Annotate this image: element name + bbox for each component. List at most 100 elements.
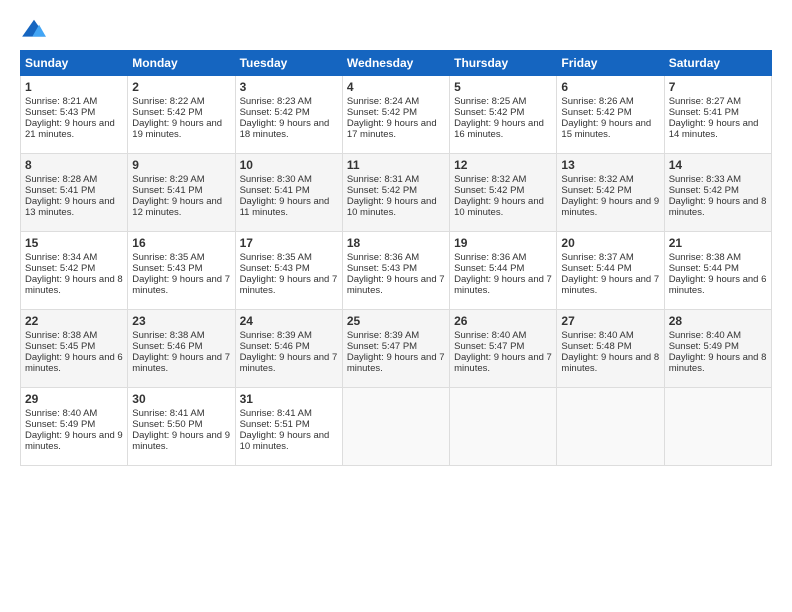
calendar-cell xyxy=(342,388,449,466)
daylight-label: Daylight: 9 hours and 18 minutes. xyxy=(240,118,330,140)
calendar-body: 1 Sunrise: 8:21 AM Sunset: 5:43 PM Dayli… xyxy=(21,76,772,466)
daylight-label: Daylight: 9 hours and 10 minutes. xyxy=(240,430,330,452)
sunset-label: Sunset: 5:43 PM xyxy=(240,263,310,274)
column-header-sunday: Sunday xyxy=(21,51,128,76)
day-number: 25 xyxy=(347,314,445,328)
sunrise-label: Sunrise: 8:31 AM xyxy=(347,174,419,185)
daylight-label: Daylight: 9 hours and 12 minutes. xyxy=(132,196,222,218)
day-number: 6 xyxy=(561,80,659,94)
sunrise-label: Sunrise: 8:38 AM xyxy=(25,330,97,341)
column-header-saturday: Saturday xyxy=(664,51,771,76)
calendar-header-row: SundayMondayTuesdayWednesdayThursdayFrid… xyxy=(21,51,772,76)
day-number: 30 xyxy=(132,392,230,406)
sunrise-label: Sunrise: 8:38 AM xyxy=(669,252,741,263)
calendar-cell: 14 Sunrise: 8:33 AM Sunset: 5:42 PM Dayl… xyxy=(664,154,771,232)
sunrise-label: Sunrise: 8:23 AM xyxy=(240,96,312,107)
sunrise-label: Sunrise: 8:35 AM xyxy=(132,252,204,263)
calendar-table: SundayMondayTuesdayWednesdayThursdayFrid… xyxy=(20,50,772,466)
day-number: 22 xyxy=(25,314,123,328)
calendar-cell: 19 Sunrise: 8:36 AM Sunset: 5:44 PM Dayl… xyxy=(450,232,557,310)
sunset-label: Sunset: 5:42 PM xyxy=(347,185,417,196)
calendar-cell xyxy=(557,388,664,466)
week-row-2: 8 Sunrise: 8:28 AM Sunset: 5:41 PM Dayli… xyxy=(21,154,772,232)
calendar-cell: 26 Sunrise: 8:40 AM Sunset: 5:47 PM Dayl… xyxy=(450,310,557,388)
sunrise-label: Sunrise: 8:40 AM xyxy=(669,330,741,341)
calendar-cell: 1 Sunrise: 8:21 AM Sunset: 5:43 PM Dayli… xyxy=(21,76,128,154)
daylight-label: Daylight: 9 hours and 10 minutes. xyxy=(454,196,544,218)
sunrise-label: Sunrise: 8:26 AM xyxy=(561,96,633,107)
sunset-label: Sunset: 5:42 PM xyxy=(454,185,524,196)
day-number: 5 xyxy=(454,80,552,94)
calendar-cell: 31 Sunrise: 8:41 AM Sunset: 5:51 PM Dayl… xyxy=(235,388,342,466)
sunset-label: Sunset: 5:42 PM xyxy=(347,107,417,118)
calendar-cell: 18 Sunrise: 8:36 AM Sunset: 5:43 PM Dayl… xyxy=(342,232,449,310)
calendar-cell: 2 Sunrise: 8:22 AM Sunset: 5:42 PM Dayli… xyxy=(128,76,235,154)
day-number: 15 xyxy=(25,236,123,250)
header xyxy=(20,18,772,40)
sunset-label: Sunset: 5:41 PM xyxy=(240,185,310,196)
sunset-label: Sunset: 5:42 PM xyxy=(561,185,631,196)
week-row-4: 22 Sunrise: 8:38 AM Sunset: 5:45 PM Dayl… xyxy=(21,310,772,388)
sunset-label: Sunset: 5:47 PM xyxy=(454,341,524,352)
sunrise-label: Sunrise: 8:32 AM xyxy=(454,174,526,185)
day-number: 3 xyxy=(240,80,338,94)
daylight-label: Daylight: 9 hours and 6 minutes. xyxy=(25,352,123,374)
daylight-label: Daylight: 9 hours and 15 minutes. xyxy=(561,118,651,140)
sunrise-label: Sunrise: 8:37 AM xyxy=(561,252,633,263)
daylight-label: Daylight: 9 hours and 7 minutes. xyxy=(454,274,552,296)
sunset-label: Sunset: 5:42 PM xyxy=(25,263,95,274)
daylight-label: Daylight: 9 hours and 9 minutes. xyxy=(25,430,123,452)
daylight-label: Daylight: 9 hours and 21 minutes. xyxy=(25,118,115,140)
day-number: 24 xyxy=(240,314,338,328)
sunrise-label: Sunrise: 8:39 AM xyxy=(240,330,312,341)
day-number: 11 xyxy=(347,158,445,172)
calendar-cell: 20 Sunrise: 8:37 AM Sunset: 5:44 PM Dayl… xyxy=(557,232,664,310)
day-number: 23 xyxy=(132,314,230,328)
day-number: 28 xyxy=(669,314,767,328)
calendar-cell: 8 Sunrise: 8:28 AM Sunset: 5:41 PM Dayli… xyxy=(21,154,128,232)
daylight-label: Daylight: 9 hours and 6 minutes. xyxy=(669,274,767,296)
sunset-label: Sunset: 5:47 PM xyxy=(347,341,417,352)
calendar-cell: 6 Sunrise: 8:26 AM Sunset: 5:42 PM Dayli… xyxy=(557,76,664,154)
daylight-label: Daylight: 9 hours and 8 minutes. xyxy=(561,352,659,374)
sunrise-label: Sunrise: 8:22 AM xyxy=(132,96,204,107)
sunset-label: Sunset: 5:49 PM xyxy=(25,419,95,430)
day-number: 4 xyxy=(347,80,445,94)
column-header-wednesday: Wednesday xyxy=(342,51,449,76)
calendar-cell: 7 Sunrise: 8:27 AM Sunset: 5:41 PM Dayli… xyxy=(664,76,771,154)
day-number: 12 xyxy=(454,158,552,172)
calendar-cell: 15 Sunrise: 8:34 AM Sunset: 5:42 PM Dayl… xyxy=(21,232,128,310)
daylight-label: Daylight: 9 hours and 7 minutes. xyxy=(132,352,230,374)
sunrise-label: Sunrise: 8:28 AM xyxy=(25,174,97,185)
sunset-label: Sunset: 5:43 PM xyxy=(132,263,202,274)
column-header-thursday: Thursday xyxy=(450,51,557,76)
calendar-cell: 12 Sunrise: 8:32 AM Sunset: 5:42 PM Dayl… xyxy=(450,154,557,232)
day-number: 26 xyxy=(454,314,552,328)
sunset-label: Sunset: 5:42 PM xyxy=(240,107,310,118)
day-number: 16 xyxy=(132,236,230,250)
daylight-label: Daylight: 9 hours and 10 minutes. xyxy=(347,196,437,218)
sunrise-label: Sunrise: 8:36 AM xyxy=(347,252,419,263)
sunrise-label: Sunrise: 8:40 AM xyxy=(561,330,633,341)
sunset-label: Sunset: 5:46 PM xyxy=(132,341,202,352)
calendar-cell: 25 Sunrise: 8:39 AM Sunset: 5:47 PM Dayl… xyxy=(342,310,449,388)
sunrise-label: Sunrise: 8:40 AM xyxy=(454,330,526,341)
calendar-cell: 9 Sunrise: 8:29 AM Sunset: 5:41 PM Dayli… xyxy=(128,154,235,232)
calendar-cell xyxy=(664,388,771,466)
day-number: 20 xyxy=(561,236,659,250)
day-number: 14 xyxy=(669,158,767,172)
sunrise-label: Sunrise: 8:35 AM xyxy=(240,252,312,263)
sunrise-label: Sunrise: 8:29 AM xyxy=(132,174,204,185)
daylight-label: Daylight: 9 hours and 13 minutes. xyxy=(25,196,115,218)
daylight-label: Daylight: 9 hours and 7 minutes. xyxy=(240,274,338,296)
sunset-label: Sunset: 5:42 PM xyxy=(132,107,202,118)
daylight-label: Daylight: 9 hours and 9 minutes. xyxy=(132,430,230,452)
sunrise-label: Sunrise: 8:27 AM xyxy=(669,96,741,107)
sunrise-label: Sunrise: 8:36 AM xyxy=(454,252,526,263)
sunset-label: Sunset: 5:41 PM xyxy=(25,185,95,196)
sunset-label: Sunset: 5:44 PM xyxy=(561,263,631,274)
daylight-label: Daylight: 9 hours and 14 minutes. xyxy=(669,118,759,140)
calendar-cell: 23 Sunrise: 8:38 AM Sunset: 5:46 PM Dayl… xyxy=(128,310,235,388)
week-row-3: 15 Sunrise: 8:34 AM Sunset: 5:42 PM Dayl… xyxy=(21,232,772,310)
sunrise-label: Sunrise: 8:38 AM xyxy=(132,330,204,341)
